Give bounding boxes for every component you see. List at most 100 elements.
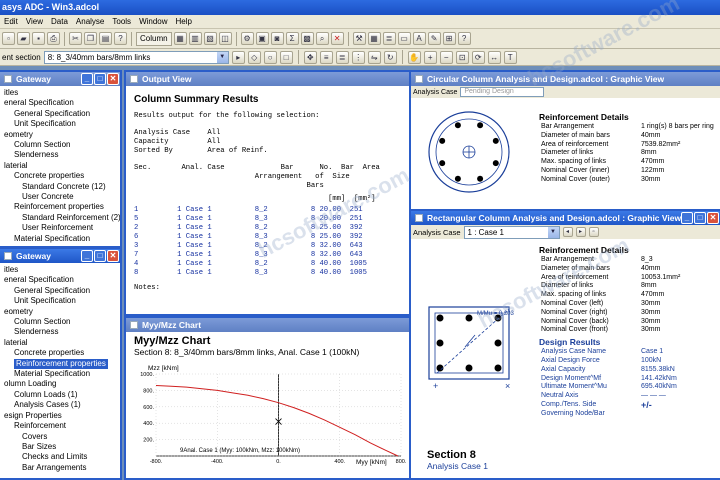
- menu-view[interactable]: View: [22, 17, 47, 26]
- tree-item[interactable]: itles: [0, 88, 120, 98]
- column-button[interactable]: Column: [136, 31, 172, 46]
- delete-icon[interactable]: ✕: [330, 32, 344, 45]
- tree-item[interactable]: Reinforcement properties: [0, 202, 120, 212]
- rebar-icon[interactable]: ◙: [270, 32, 284, 45]
- sum-icon[interactable]: Σ: [285, 32, 299, 45]
- tree-item[interactable]: eneral Specification: [0, 275, 120, 285]
- maximize-icon[interactable]: □: [94, 73, 106, 85]
- move-icon[interactable]: ✥: [303, 50, 317, 64]
- chevron-down-icon[interactable]: ▼: [216, 51, 228, 63]
- copy-icon[interactable]: ❐: [84, 32, 97, 45]
- tree-item[interactable]: Slenderness: [0, 327, 120, 337]
- menu-window[interactable]: Window: [135, 17, 171, 26]
- tree-item[interactable]: Bar Sizes: [0, 442, 120, 452]
- label-icon[interactable]: T: [503, 50, 517, 64]
- tools-icon[interactable]: ⚒: [352, 32, 366, 45]
- open-folder-icon[interactable]: ▰: [17, 32, 30, 45]
- cut-icon[interactable]: ✂: [69, 32, 82, 45]
- tree-item[interactable]: Unit Specification: [0, 296, 120, 306]
- align-icon[interactable]: ≡: [319, 50, 333, 64]
- minimize-icon[interactable]: _: [81, 250, 93, 262]
- tree-item[interactable]: Covers: [0, 432, 120, 442]
- minimize-icon[interactable]: _: [681, 212, 693, 224]
- output-icon[interactable]: ▧: [203, 32, 217, 45]
- rect-icon[interactable]: □: [279, 50, 293, 64]
- tree-item[interactable]: User Reinforcement: [0, 223, 120, 233]
- current-section-select[interactable]: 8: 8_3/40mm bars/8mm links ▼: [43, 50, 229, 64]
- rotate-icon[interactable]: ↻: [383, 50, 397, 64]
- calculator-icon[interactable]: ▩: [300, 32, 314, 45]
- close-icon[interactable]: ✕: [107, 73, 119, 85]
- tree-item[interactable]: esign Properties: [0, 411, 120, 421]
- tree-item[interactable]: Unit Specification: [0, 119, 120, 129]
- tree-item[interactable]: User Concrete: [0, 192, 120, 202]
- grid-icon[interactable]: ▦: [367, 32, 381, 45]
- gateway-top-title-bar[interactable]: Gateway _ □ ✕: [0, 72, 120, 86]
- tree-item[interactable]: eometry: [0, 130, 120, 140]
- new-file-icon[interactable]: ▫: [2, 32, 15, 45]
- node-icon[interactable]: ◇: [247, 50, 261, 64]
- measure-icon[interactable]: ⊞: [442, 32, 456, 45]
- zoom-in-icon[interactable]: +: [423, 50, 437, 64]
- layers-icon[interactable]: ≣: [382, 32, 396, 45]
- tree-item[interactable]: Material Specification: [0, 234, 120, 244]
- menu-data[interactable]: Data: [47, 17, 72, 26]
- pan-icon[interactable]: ✋: [407, 50, 421, 64]
- design-icon[interactable]: ▣: [255, 32, 269, 45]
- bar-icon[interactable]: ○: [263, 50, 277, 64]
- close-icon[interactable]: ✕: [707, 212, 719, 224]
- tree-item[interactable]: Standard Concrete (12): [0, 182, 120, 192]
- close-icon[interactable]: ✕: [107, 250, 119, 262]
- distribute-icon[interactable]: ⋮: [351, 50, 365, 64]
- save-icon[interactable]: ▪: [32, 32, 45, 45]
- tree-item[interactable]: Column Section: [0, 317, 120, 327]
- tree-item[interactable]: Analysis Cases (1): [0, 400, 120, 410]
- gateway-icon[interactable]: ▦: [173, 32, 187, 45]
- case-option-icon[interactable]: ▫: [588, 227, 599, 237]
- tree-item[interactable]: General Specification: [0, 286, 120, 296]
- tree-item[interactable]: Material Specification: [0, 369, 120, 379]
- circular-title-bar[interactable]: Circular Column Analysis and Design.adco…: [411, 72, 720, 86]
- chevron-down-icon[interactable]: ▼: [547, 226, 559, 238]
- tree-item[interactable]: Standard Reinforcement (2): [0, 213, 120, 223]
- tree-item[interactable]: laterial: [0, 338, 120, 348]
- section-select-icon[interactable]: ▸: [231, 50, 245, 64]
- dimension-icon[interactable]: ↔: [487, 50, 501, 64]
- rectangular-title-bar[interactable]: Rectangular Column Analysis and Design.a…: [411, 211, 720, 225]
- tree-item[interactable]: itles: [0, 265, 120, 275]
- menu-tools[interactable]: Tools: [108, 17, 135, 26]
- next-case-icon[interactable]: ▸: [575, 227, 586, 237]
- gateway-bottom-title-bar[interactable]: Gateway _ □ ✕: [0, 249, 120, 263]
- pencil-icon[interactable]: ✎: [427, 32, 441, 45]
- tree-item[interactable]: Column Loads (1): [0, 390, 120, 400]
- context-help-icon[interactable]: ?: [457, 32, 471, 45]
- redraw-icon[interactable]: ⟳: [471, 50, 485, 64]
- menu-help[interactable]: Help: [172, 17, 196, 26]
- tree-item[interactable]: eometry: [0, 307, 120, 317]
- zoom-out-icon[interactable]: −: [439, 50, 453, 64]
- tree-item[interactable]: Slenderness: [0, 150, 120, 160]
- tree-item[interactable]: Bar Arrangements: [0, 463, 120, 473]
- minimize-icon[interactable]: _: [81, 73, 93, 85]
- zoom-fit-icon[interactable]: ⊡: [455, 50, 469, 64]
- maximize-icon[interactable]: □: [694, 212, 706, 224]
- zoom-icon[interactable]: ⌕: [315, 32, 329, 45]
- table-icon[interactable]: ▥: [188, 32, 202, 45]
- help-pointer-icon[interactable]: ?: [114, 32, 127, 45]
- menu-edit[interactable]: Edit: [0, 17, 22, 26]
- tree-item[interactable]: laterial: [0, 161, 120, 171]
- tree-item[interactable]: Reinforcement: [0, 421, 120, 431]
- maximize-icon[interactable]: □: [94, 250, 106, 262]
- window-icon[interactable]: ▭: [397, 32, 411, 45]
- chart-title-bar[interactable]: Myy/Mzz Chart: [126, 318, 409, 332]
- output-view-title-bar[interactable]: Output View: [126, 72, 409, 86]
- analysis-case-select[interactable]: 1 : Case 1 ▼: [463, 225, 560, 239]
- paste-icon[interactable]: ▤: [99, 32, 112, 45]
- menu-analyse[interactable]: Analyse: [72, 17, 108, 26]
- print-icon[interactable]: ⎙: [47, 32, 60, 45]
- text-icon[interactable]: A: [412, 32, 426, 45]
- align-center-icon[interactable]: ≣: [335, 50, 349, 64]
- tree-item[interactable]: Concrete properties: [0, 348, 120, 358]
- analyse-icon[interactable]: ⚙: [240, 32, 254, 45]
- mirror-icon[interactable]: ⇋: [367, 50, 381, 64]
